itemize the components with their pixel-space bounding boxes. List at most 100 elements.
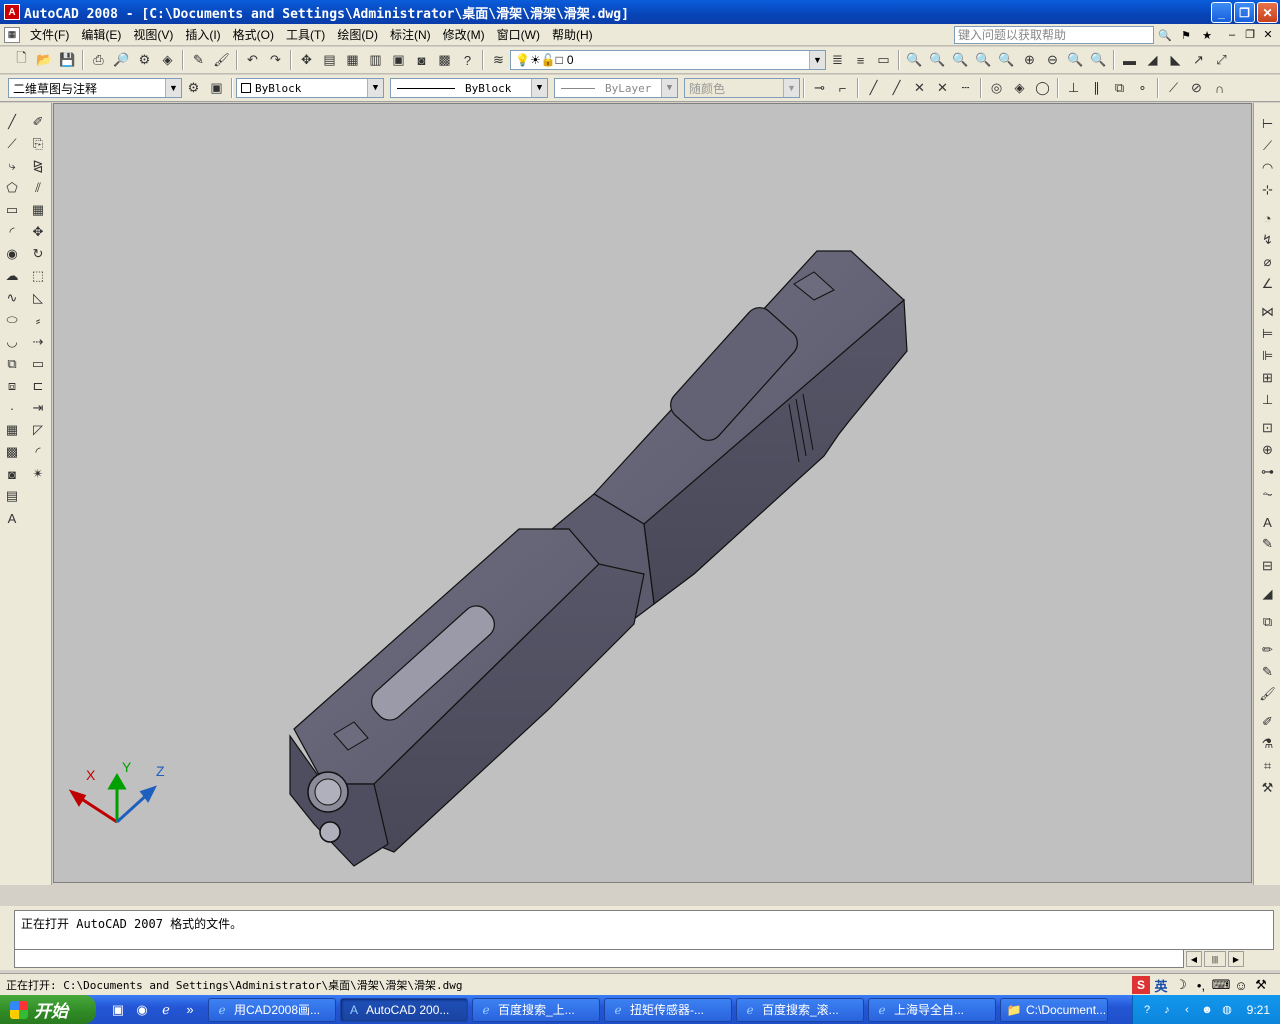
polyline-icon[interactable]: ⤷ (1, 155, 23, 177)
ellipse-arc-icon[interactable]: ◡ (1, 331, 23, 353)
pencil-icon[interactable]: ✎ (1256, 661, 1279, 683)
chevron-right-icon[interactable]: » (180, 1000, 200, 1020)
menu-insert[interactable]: 插入(I) (179, 25, 226, 45)
task-button-3[interactable]: ℯ 扭矩传感器-... (604, 997, 732, 1022)
quick-dimension-icon[interactable]: ⋈ (1256, 301, 1279, 323)
revcloud-icon[interactable]: ☁ (1, 265, 23, 287)
linear-dimension-icon[interactable]: ⊢ (1256, 113, 1279, 135)
zoom-in-icon[interactable]: ⊕ (1018, 49, 1041, 71)
copy-icon[interactable]: ⎘ (27, 133, 49, 155)
menu-tools[interactable]: 工具(T) (280, 25, 331, 45)
center-mark-icon[interactable]: ⊕ (1256, 439, 1279, 461)
ime-language[interactable]: 英 (1152, 976, 1170, 994)
open-file-icon[interactable]: 📂 (33, 49, 56, 71)
spline-icon[interactable]: ∿ (1, 287, 23, 309)
rectangle-icon[interactable]: ▭ (1, 199, 23, 221)
zoom-window-icon[interactable]: 🔍 (926, 49, 949, 71)
dim-style-icon[interactable]: ◢ (1141, 49, 1164, 71)
menu-dimension[interactable]: 标注(N) (384, 25, 437, 45)
layer-states-icon[interactable]: ▭ (872, 49, 895, 71)
offset-icon[interactable]: ⫽ (27, 177, 49, 199)
continue-icon[interactable]: ⊫ (1256, 345, 1279, 367)
jogged-linear-icon[interactable]: ⏦ (1256, 483, 1279, 505)
punctuation-icon[interactable]: •, (1192, 976, 1210, 994)
layer-icon[interactable]: ⧉ (1256, 611, 1279, 633)
osnap-settings-icon[interactable]: ∩ (1208, 77, 1231, 99)
moon-icon[interactable]: ☽ (1172, 976, 1190, 994)
diameter-icon[interactable]: ⌀ (1256, 251, 1279, 273)
publish-icon[interactable]: ⚙ (133, 49, 156, 71)
table-style-icon[interactable]: ◣ (1164, 49, 1187, 71)
chevron-down-icon[interactable]: ▼ (165, 79, 181, 97)
help-tray-icon[interactable]: ? (1139, 1002, 1155, 1018)
snap-tangent-icon[interactable]: ◯ (1031, 77, 1054, 99)
snap-endpoint-icon[interactable]: ╱ (862, 77, 885, 99)
layer-previous-icon[interactable]: ≡ (849, 49, 872, 71)
dimension-edit-icon[interactable]: A (1256, 511, 1279, 533)
task-button-2[interactable]: ℯ 百度搜索_上... (472, 997, 600, 1022)
brush-icon[interactable]: 🖌 (1256, 683, 1279, 705)
snap-apparent-intersection-icon[interactable]: ✕ (931, 77, 954, 99)
doc-restore-button[interactable]: ❐ (1242, 27, 1258, 42)
construction-line-icon[interactable]: ⟋ (1, 133, 23, 155)
make-block-icon[interactable]: ⧈ (1, 375, 23, 397)
multiline-text-icon[interactable]: A (1, 507, 23, 529)
snap-extension-icon[interactable]: ┄ (954, 77, 977, 99)
scale-icon[interactable]: ⬚ (27, 265, 49, 287)
task-button-0[interactable]: ℯ 用CAD2008画... (208, 997, 336, 1022)
favorites-star-icon[interactable]: ★ (1198, 27, 1216, 43)
doc-minimize-button[interactable]: – (1224, 27, 1240, 42)
arc-length-icon[interactable]: ◠ (1256, 157, 1279, 179)
edit-attribute-icon[interactable]: ⚗ (1256, 733, 1279, 755)
start-button[interactable]: 开始 (0, 995, 96, 1024)
insert-block-icon[interactable]: ⧉ (1, 353, 23, 375)
save-icon[interactable]: 💾 (56, 49, 79, 71)
zoom-scale-icon[interactable]: 🔍 (972, 49, 995, 71)
plot-preview-icon[interactable]: 🔎 (110, 49, 133, 71)
help-icon[interactable]: ? (456, 49, 479, 71)
chevron-down-icon[interactable]: ▼ (661, 79, 677, 97)
inspection-icon[interactable]: ⊶ (1256, 461, 1279, 483)
arc-icon[interactable]: ◜ (1, 221, 23, 243)
scroll-right-icon[interactable]: ▶ (1228, 951, 1244, 967)
menu-modify[interactable]: 修改(M) (437, 25, 491, 45)
break-icon[interactable]: ⊏ (27, 375, 49, 397)
calculator-icon[interactable]: ▩ (433, 49, 456, 71)
table-icon[interactable]: ▤ (1, 485, 23, 507)
angular-icon[interactable]: ∠ (1256, 273, 1279, 295)
snap-none-icon[interactable]: ⊘ (1185, 77, 1208, 99)
task-button-6[interactable]: 📁 C:\Document... (1000, 997, 1108, 1022)
volume-icon[interactable]: ♪ (1159, 1002, 1175, 1018)
wrench-icon[interactable]: ⚒ (1256, 777, 1279, 799)
menu-format[interactable]: 格式(O) (227, 25, 280, 45)
menu-file[interactable]: 文件(F) (24, 25, 75, 45)
lineweight-dropdown[interactable]: ByLayer ▼ (554, 78, 678, 98)
snap-node-icon[interactable]: ∘ (1131, 77, 1154, 99)
snap-from-icon[interactable]: ⌐ (831, 77, 854, 99)
plot-icon[interactable]: ⎙ (87, 49, 110, 71)
snap-intersection-icon[interactable]: ✕ (908, 77, 931, 99)
move-icon[interactable]: ✥ (27, 221, 49, 243)
tag-icon[interactable]: ⌗ (1256, 755, 1279, 777)
document-icon[interactable]: ▦ (4, 26, 20, 43)
network-icon[interactable]: ◍ (1219, 1002, 1235, 1018)
snap-nearest-icon[interactable]: ⟋ (1162, 77, 1185, 99)
explode-icon[interactable]: ✴ (27, 463, 49, 485)
baseline-icon[interactable]: ⊨ (1256, 323, 1279, 345)
keyboard-icon[interactable]: ⌨ (1212, 976, 1231, 994)
minimize-button[interactable]: _ (1211, 2, 1232, 23)
menu-view[interactable]: 视图(V) (127, 25, 179, 45)
search-icon[interactable]: 🔍 (1156, 27, 1174, 43)
menu-draw[interactable]: 绘图(D) (331, 25, 384, 45)
edit-hatch-icon[interactable]: ✐ (1256, 711, 1279, 733)
chevron-down-icon[interactable]: ▼ (367, 79, 383, 97)
command-input[interactable] (14, 950, 1184, 968)
mirror-icon[interactable]: ⧎ (27, 155, 49, 177)
linetype-dropdown[interactable]: ByBlock ▼ (390, 78, 548, 98)
line-icon[interactable]: ╱ (1, 111, 23, 133)
my-workspace-icon[interactable]: ▣ (205, 77, 228, 99)
ellipse-icon[interactable]: ⬭ (1, 309, 23, 331)
doc-close-button[interactable]: ✕ (1260, 27, 1276, 42)
design-center-icon[interactable]: ▦ (341, 49, 364, 71)
workspace-settings-icon[interactable]: ⚙ (182, 77, 205, 99)
